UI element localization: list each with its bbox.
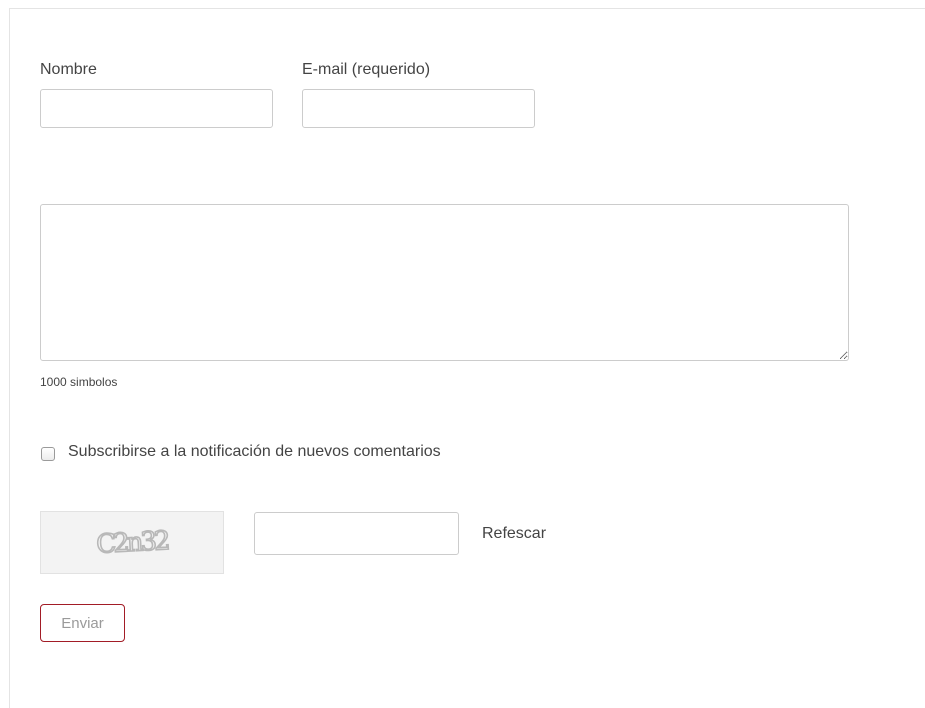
email-input[interactable] [302, 89, 535, 128]
submit-button[interactable]: Enviar [40, 604, 125, 642]
captcha-graphic: C2n32 [95, 525, 170, 560]
email-label: E-mail (requerido) [302, 61, 431, 78]
subscribe-label[interactable]: Subscribirse a la notificación de nuevos… [68, 443, 441, 461]
name-input[interactable] [40, 89, 273, 128]
refresh-captcha-link[interactable]: Refescar [482, 525, 546, 543]
char-counter: 1000 simbolos [40, 375, 118, 389]
captcha-input[interactable] [254, 512, 459, 555]
name-label: Nombre [40, 61, 97, 78]
subscribe-checkbox[interactable] [41, 447, 55, 461]
comment-textarea[interactable] [40, 204, 849, 361]
captcha-text: C2n32 [96, 526, 169, 560]
captcha-image: C2n32 [40, 511, 224, 574]
